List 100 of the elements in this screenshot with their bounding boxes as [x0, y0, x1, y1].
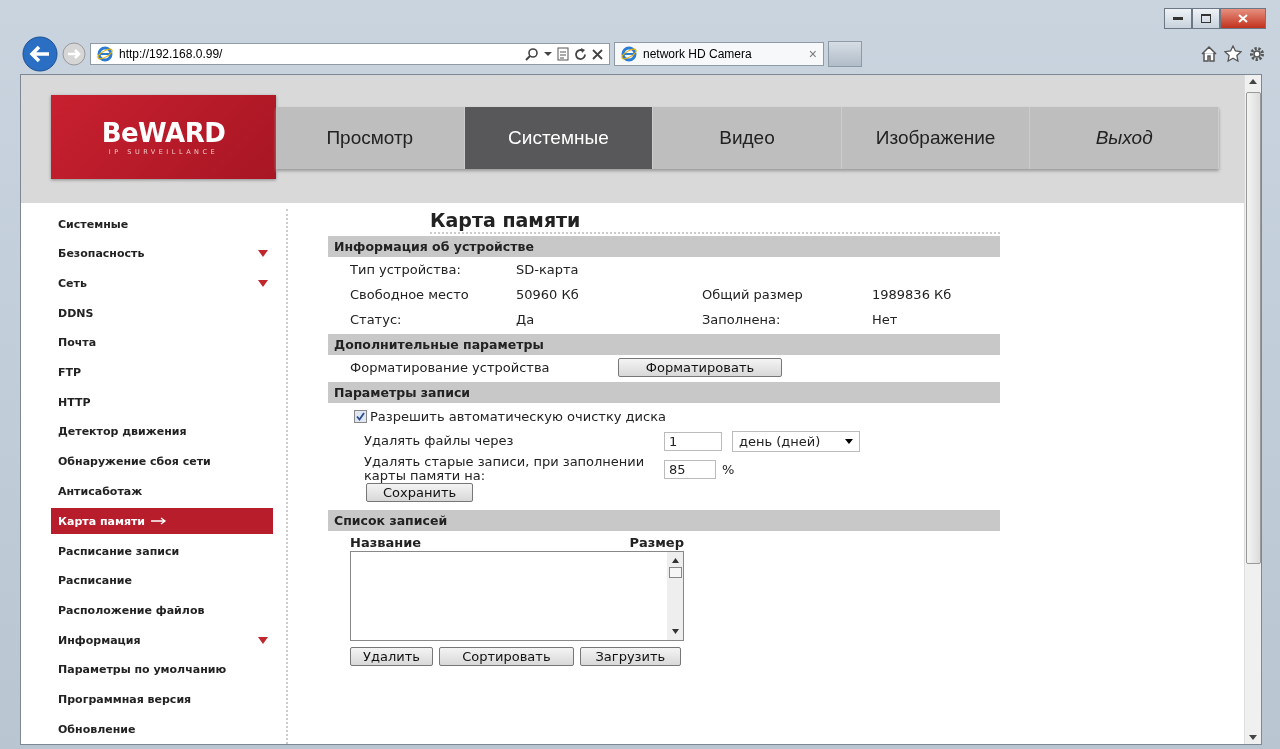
sidebar-item[interactable]: Информация: [51, 625, 276, 655]
input-field[interactable]: 85: [664, 459, 716, 479]
stop-icon[interactable]: [592, 48, 603, 60]
page-scrollbar[interactable]: [1244, 75, 1261, 744]
address-bar[interactable]: http://192.168.0.99/: [90, 43, 610, 65]
scroll-down-icon[interactable]: [671, 629, 679, 635]
field-label: Общий размер: [702, 287, 804, 303]
sidebar-label: Расположение файлов: [58, 603, 205, 617]
column-header: Размер: [629, 535, 684, 551]
sidebar-item[interactable]: HTTP: [51, 387, 276, 418]
sidebar-label: Информация: [58, 633, 141, 647]
field-label: Удалять старые записи, при заполнении карты памяти на:: [364, 455, 646, 484]
sidebar-item[interactable]: Безопасность: [51, 239, 276, 269]
search-icon[interactable]: [525, 47, 539, 61]
field-label: Тип устройства:: [350, 262, 462, 278]
field-value: Да: [516, 312, 536, 328]
nav-tab[interactable]: Изображение: [841, 107, 1031, 169]
sidebar-label: FTP: [58, 366, 82, 380]
field-value: Нет: [872, 312, 898, 328]
sidebar-label: Системные: [58, 217, 129, 231]
nav-tab[interactable]: Видео: [653, 107, 842, 169]
sidebar-item[interactable]: Расположение файлов: [51, 595, 276, 626]
sidebar-label: Расписание: [58, 574, 133, 588]
sidebar-item[interactable]: Обновление: [51, 714, 276, 744]
browser-tab[interactable]: network HD Camera ×: [614, 42, 824, 66]
settings-icon[interactable]: [1248, 45, 1266, 63]
minimize-icon: [1173, 16, 1183, 21]
home-icon[interactable]: [1200, 45, 1218, 63]
sidebar-item[interactable]: Расписание записи: [51, 536, 276, 566]
list-action-button[interactable]: Сортировать: [438, 647, 574, 667]
sidebar-label: Карта памяти: [58, 514, 146, 528]
caret-icon[interactable]: [544, 51, 552, 57]
scroll-up-icon[interactable]: [1249, 79, 1257, 84]
section-header: Дополнительные параметры: [328, 334, 1000, 356]
field-value: SD-карта: [516, 262, 580, 278]
column-header: Название: [350, 535, 422, 551]
browser-e-icon: [621, 46, 637, 62]
sidebar-item[interactable]: Расписание: [51, 565, 276, 596]
section-header: Список записей: [328, 510, 1000, 532]
scroll-down-icon[interactable]: [1249, 735, 1257, 740]
minimize-button[interactable]: [1164, 8, 1192, 29]
browser-e-icon: [97, 46, 113, 62]
sidebar-item[interactable]: Программная версия: [51, 684, 276, 715]
sidebar-label: Безопасность: [58, 247, 145, 261]
sidebar-item[interactable]: DDNS: [51, 298, 276, 329]
sidebar-label: Расписание записи: [58, 544, 180, 558]
sidebar-item[interactable]: Карта памяти: [51, 508, 273, 535]
checkbox[interactable]: [354, 410, 367, 424]
unit-label: %: [722, 461, 735, 477]
format-button[interactable]: Форматировать: [618, 358, 782, 378]
sidebar-label: Обновление: [58, 722, 136, 736]
save-button[interactable]: Сохранить: [366, 483, 474, 503]
sidebar-label: Почта: [58, 336, 97, 350]
close-tab-button[interactable]: ×: [808, 46, 817, 62]
sidebar-label: Детектор движения: [58, 425, 187, 439]
sidebar-label: Антисаботаж: [58, 484, 143, 498]
caret-icon: [845, 438, 853, 444]
field-label: Удалять файлы через: [364, 434, 515, 449]
nav-tab[interactable]: Выход: [1030, 107, 1219, 169]
nav-tab[interactable]: Системные: [464, 107, 654, 169]
refresh-icon[interactable]: [574, 47, 587, 61]
star-icon[interactable]: [1224, 45, 1242, 63]
field-value: 1989836 Кб: [872, 287, 952, 303]
unit-dropdown[interactable]: день (дней): [732, 430, 860, 452]
sidebar-label: Программная версия: [58, 692, 192, 706]
scroll-thumb[interactable]: [668, 567, 682, 579]
close-icon: [1238, 14, 1248, 23]
sidebar-item[interactable]: FTP: [51, 357, 276, 388]
sidebar-label: Сеть: [58, 277, 87, 291]
input-field[interactable]: 1: [664, 431, 722, 451]
close-button[interactable]: [1220, 8, 1266, 29]
sidebar-label: DDNS: [58, 306, 94, 320]
sidebar-label: HTTP: [58, 395, 91, 409]
sidebar-item[interactable]: Параметры по умолчанию: [51, 654, 276, 685]
field-label: Статус:: [350, 312, 403, 328]
list-action-button[interactable]: Удалить: [350, 647, 433, 667]
sidebar-item[interactable]: Сеть: [51, 268, 276, 299]
field-label: Свободное место: [350, 287, 470, 303]
sidebar-item[interactable]: Почта: [51, 328, 276, 358]
sidebar-item[interactable]: Системные: [51, 209, 276, 239]
nav-tab[interactable]: Просмотр: [276, 107, 465, 169]
section-header: Информация об устройстве: [328, 236, 1000, 258]
scrollbar[interactable]: [667, 552, 683, 641]
sidebar-label: Параметры по умолчанию: [58, 663, 227, 677]
section-header: Параметры записи: [328, 382, 1000, 404]
field-value: 50960 Кб: [516, 287, 580, 303]
sidebar-item[interactable]: Детектор движения: [51, 417, 276, 447]
scroll-thumb[interactable]: [1245, 92, 1261, 564]
forward-button[interactable]: [62, 42, 86, 66]
maximize-button[interactable]: [1192, 8, 1220, 29]
sidebar-item[interactable]: Обнаружение сбоя сети: [51, 446, 276, 477]
page-title: Карта памяти: [430, 209, 1000, 235]
list-action-button[interactable]: Загрузить: [579, 647, 681, 667]
maximize-icon: [1201, 14, 1211, 23]
arrow-icon: [151, 517, 168, 526]
sidebar-label: Обнаружение сбоя сети: [58, 455, 211, 469]
back-button[interactable]: [22, 36, 58, 72]
sidebar-item[interactable]: Антисаботаж: [51, 476, 276, 507]
field-label: Форматирование устройства: [350, 360, 551, 376]
scroll-up-icon[interactable]: [671, 558, 679, 564]
